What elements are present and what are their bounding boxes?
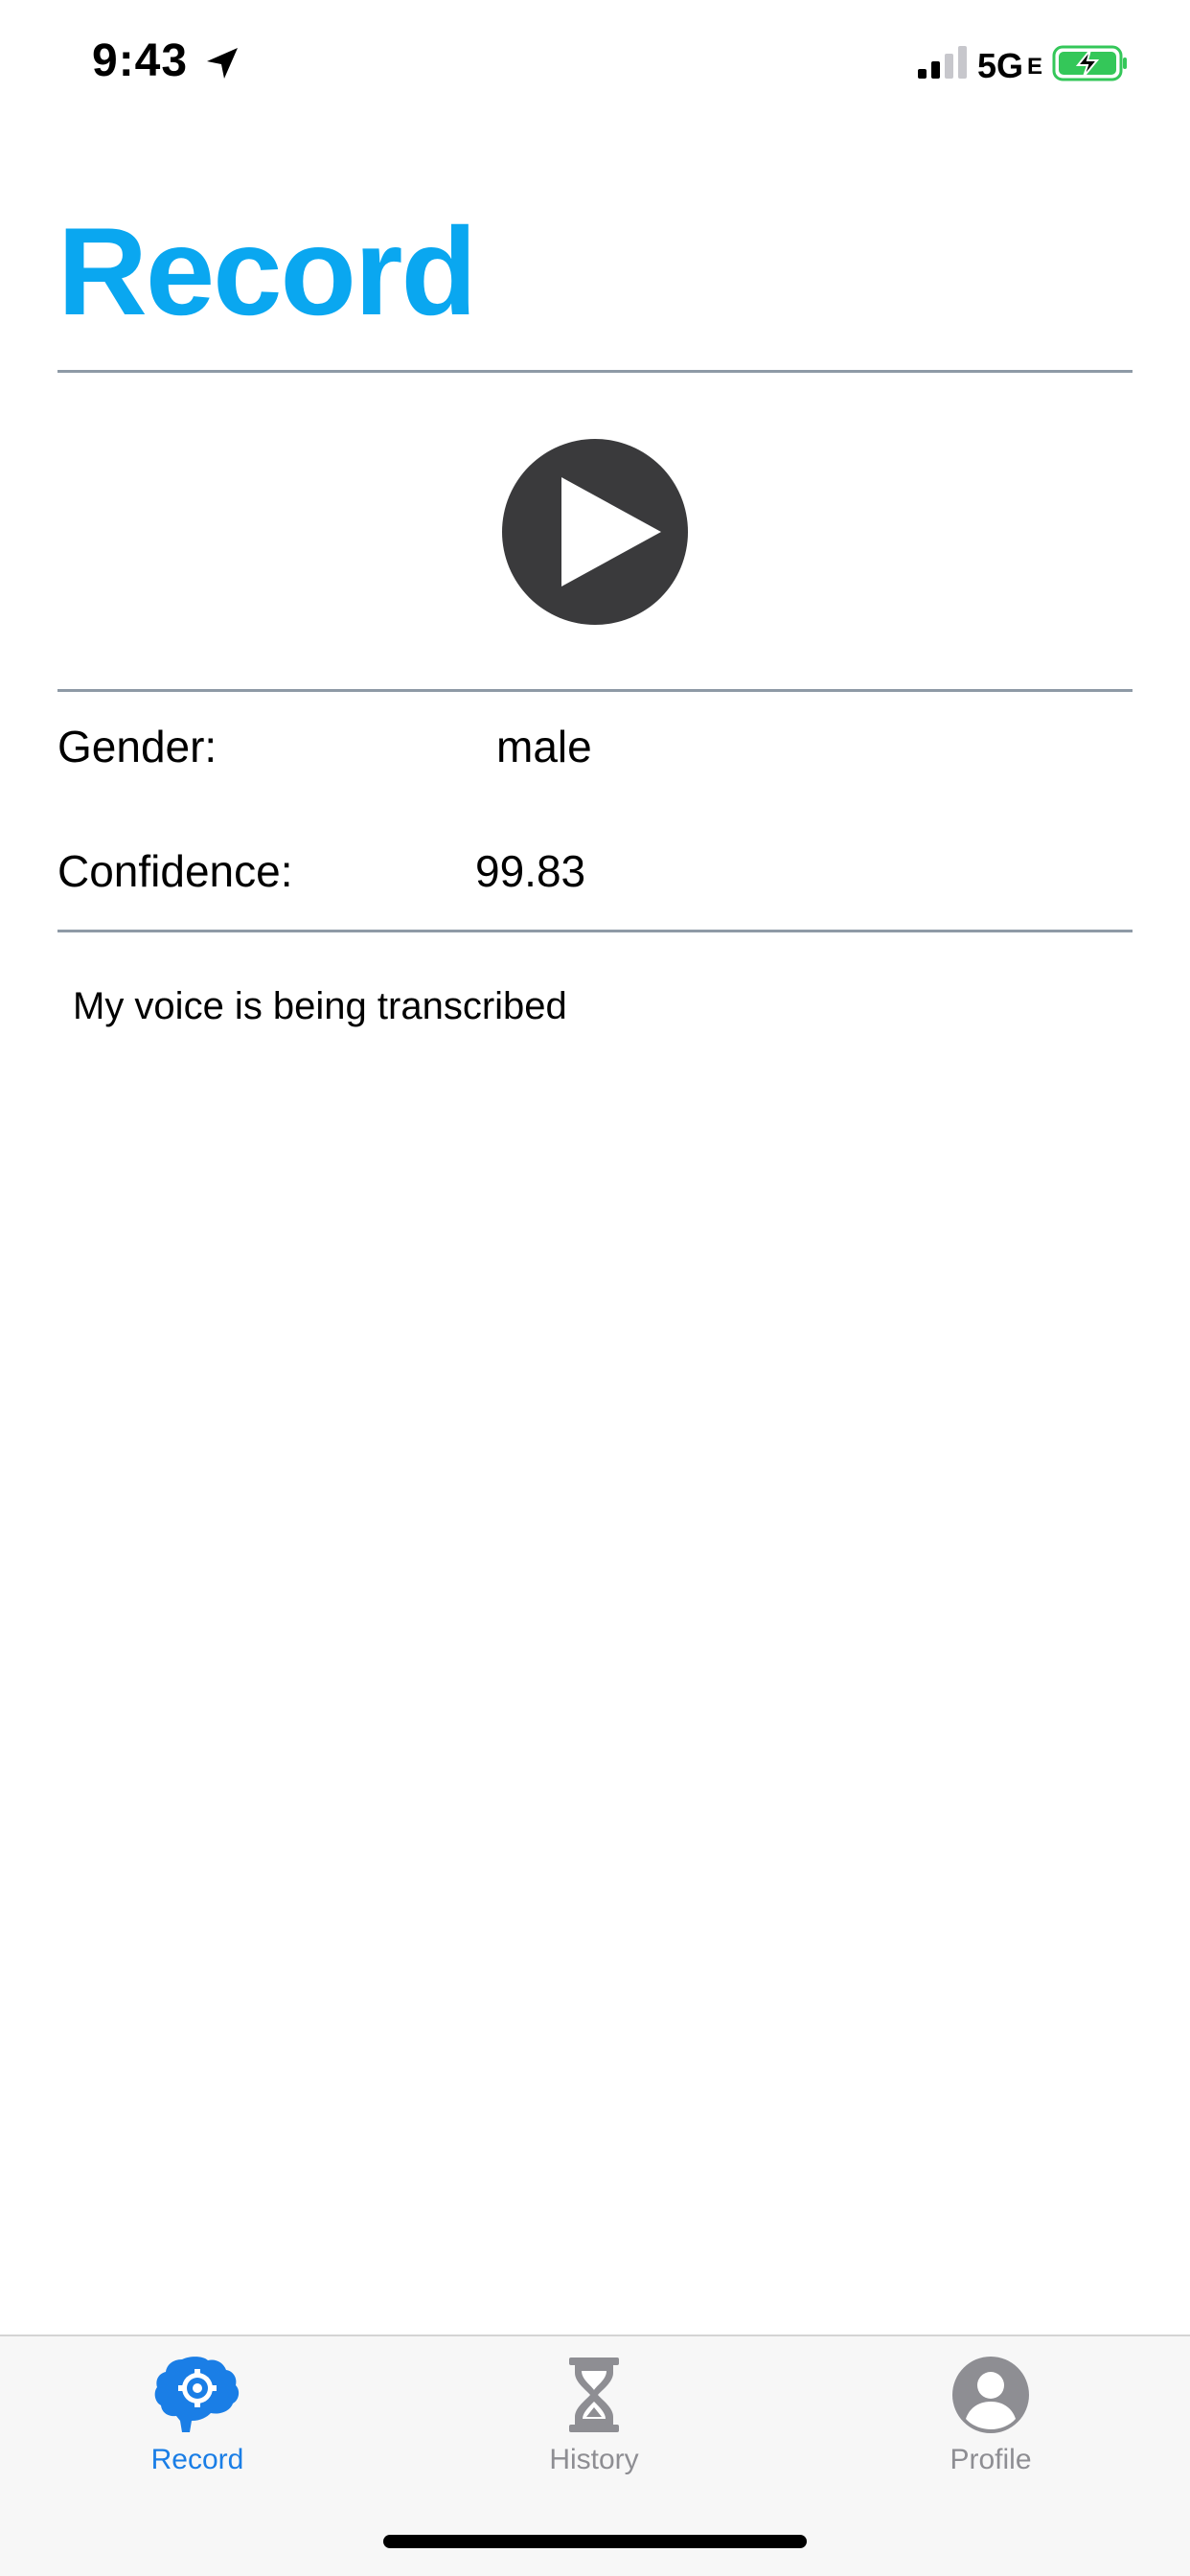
status-bar: 9:43 5G E <box>0 0 1190 126</box>
divider <box>57 689 1133 692</box>
battery-charging-icon <box>1052 45 1127 81</box>
divider <box>57 930 1133 932</box>
play-button[interactable] <box>502 439 688 625</box>
network-type-suffix: E <box>1027 54 1043 80</box>
home-indicator[interactable] <box>383 2535 807 2548</box>
confidence-label: Confidence: <box>57 846 293 896</box>
cellular-signal-icon <box>918 46 967 79</box>
play-icon <box>561 477 661 586</box>
tab-history[interactable]: History <box>469 2354 719 2497</box>
hourglass-icon <box>569 2358 619 2432</box>
confidence-value: 99.83 <box>475 846 586 896</box>
transcript-text: My voice is being transcribed <box>73 985 567 1027</box>
tab-history-label: History <box>549 2444 639 2475</box>
brain-gear-icon <box>154 2357 240 2432</box>
tab-profile[interactable]: Profile <box>866 2354 1115 2497</box>
status-time: 9:43 <box>92 35 189 86</box>
tab-record-label: Record <box>150 2444 244 2475</box>
gender-value: male <box>496 722 592 771</box>
user-circle-icon <box>952 2357 1029 2433</box>
tab-profile-label: Profile <box>950 2444 1032 2475</box>
gender-label: Gender: <box>57 722 217 771</box>
divider <box>57 370 1133 373</box>
network-type: 5G <box>977 46 1024 85</box>
location-arrow-icon <box>207 48 238 79</box>
tab-record[interactable]: Record <box>73 2354 322 2497</box>
page-title: Record <box>57 201 477 341</box>
